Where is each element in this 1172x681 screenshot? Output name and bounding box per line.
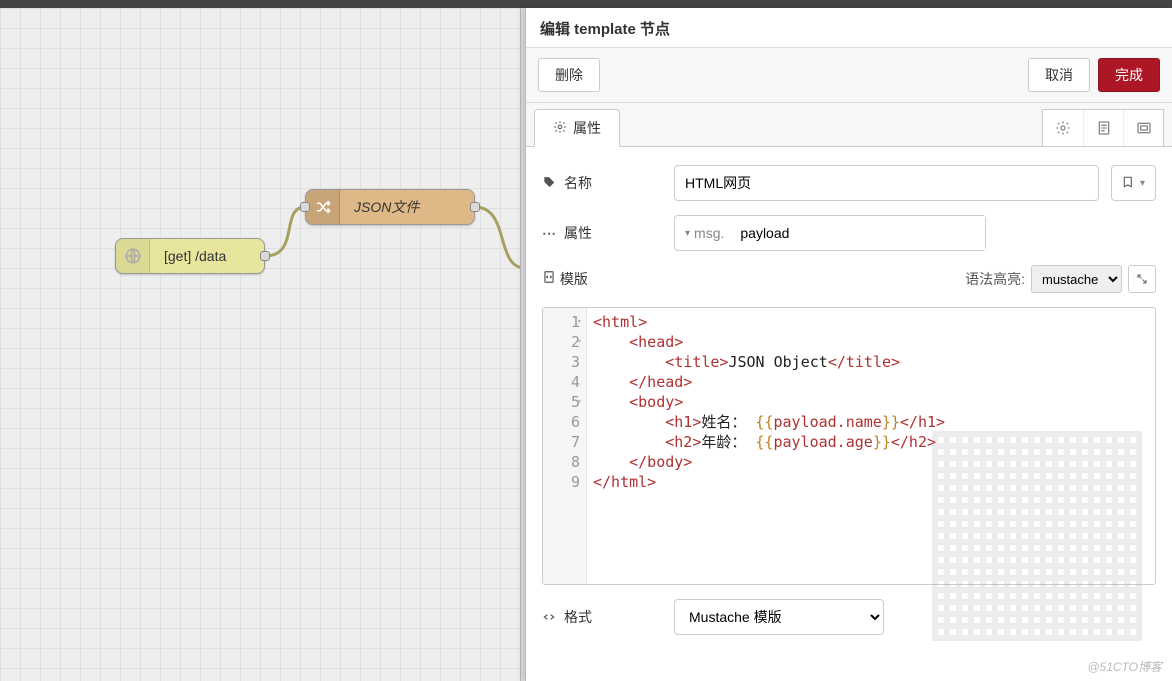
node-json-label: JSON文件 xyxy=(340,197,433,217)
panel-tabs: 属性 xyxy=(526,103,1172,147)
panel-action-bar: 删除 取消 完成 xyxy=(526,48,1172,103)
tab-properties-label: 属性 xyxy=(573,118,601,138)
globe-icon xyxy=(116,239,150,273)
editor-gutter: 123456789 xyxy=(543,308,587,584)
settings-icon[interactable] xyxy=(1043,110,1083,146)
file-code-icon xyxy=(542,271,560,287)
row-name: 名称 ▾ xyxy=(542,165,1156,201)
panel-title: 编辑 template 节点 xyxy=(526,8,1172,48)
node-port-out[interactable] xyxy=(260,251,270,261)
property-typedinput[interactable]: ▾ msg. xyxy=(674,215,986,251)
format-label: 格式 xyxy=(564,607,592,627)
caret-down-icon: ▾ xyxy=(685,228,690,239)
tab-properties[interactable]: 属性 xyxy=(534,109,620,147)
delete-button[interactable]: 删除 xyxy=(538,58,600,92)
name-label: 名称 xyxy=(564,173,592,193)
row-format: 格式 Mustache 模版 xyxy=(542,599,1156,635)
cancel-button[interactable]: 取消 xyxy=(1028,58,1090,92)
shuffle-icon xyxy=(306,190,340,224)
syntax-select[interactable]: mustache xyxy=(1031,265,1122,293)
caret-down-icon: ▾ xyxy=(1140,178,1145,189)
expand-editor-button[interactable] xyxy=(1128,265,1156,293)
type-prefix: msg. xyxy=(694,225,724,241)
tab-tools xyxy=(1042,109,1164,147)
bookmark-button[interactable]: ▾ xyxy=(1111,165,1156,201)
edit-panel: 编辑 template 节点 删除 取消 完成 属性 xyxy=(525,8,1172,681)
template-editor[interactable]: 123456789 <html> <head> <title>JSON Obje… xyxy=(542,307,1156,585)
property-label: 属性 xyxy=(564,223,592,243)
type-selector[interactable]: ▾ msg. xyxy=(675,225,732,241)
node-json[interactable]: JSON文件 xyxy=(305,189,475,225)
ellipsis-icon: ⋯ xyxy=(542,225,558,242)
gear-icon xyxy=(553,120,567,137)
property-input[interactable] xyxy=(732,216,985,250)
window-chrome xyxy=(0,0,1172,8)
properties-form: 名称 ▾ ⋯ 属性 ▾ msg. xyxy=(526,147,1172,645)
format-select[interactable]: Mustache 模版 xyxy=(674,599,884,635)
syntax-label: 语法高亮: xyxy=(965,269,1025,289)
wire-layer xyxy=(0,8,525,681)
node-port-in[interactable] xyxy=(300,202,310,212)
name-input[interactable] xyxy=(674,165,1099,201)
done-button[interactable]: 完成 xyxy=(1098,58,1160,92)
description-icon[interactable] xyxy=(1083,110,1123,146)
node-port-out[interactable] xyxy=(470,202,480,212)
row-template-header: 模版 语法高亮: mustache xyxy=(542,265,1156,293)
appearance-icon[interactable] xyxy=(1123,110,1163,146)
tag-icon xyxy=(542,176,558,190)
code-icon xyxy=(542,610,558,624)
node-http-in[interactable]: [get] /data xyxy=(115,238,265,274)
book-icon xyxy=(1122,175,1136,192)
editor-code[interactable]: <html> <head> <title>JSON Object</title>… xyxy=(587,308,1155,584)
flow-canvas[interactable]: [get] /data JSON文件 xyxy=(0,8,525,681)
template-label: 模版 xyxy=(560,271,588,287)
row-property: ⋯ 属性 ▾ msg. xyxy=(542,215,1156,251)
node-http-label: [get] /data xyxy=(150,248,240,264)
